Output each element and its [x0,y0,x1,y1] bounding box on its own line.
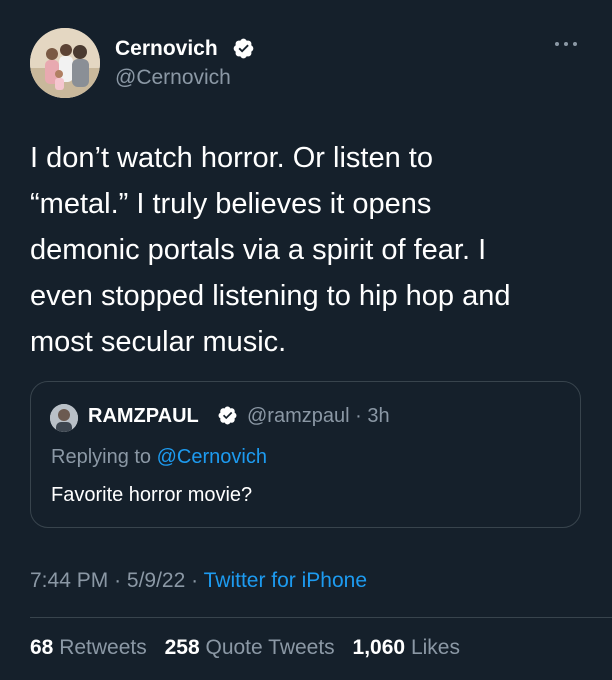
likes-label: Likes [410,636,460,659]
meta-separator: · [191,569,199,592]
tweet-time[interactable]: 7:44 PM [30,569,108,592]
tweet-card: Cernovich @Cernovich I don’t watch horro… [0,0,612,680]
tweet-text-line: even stopped listening to hip hop and [30,280,511,312]
author-avatar[interactable] [30,28,100,98]
quoted-author-name[interactable]: RAMZPAUL [88,403,199,429]
tweet-date[interactable]: 5/9/22 [127,569,185,592]
author-handle[interactable]: @Cernovich [115,65,231,91]
quote-tweets-stat[interactable]: 258 Quote Tweets [165,636,335,659]
quoted-tweet[interactable]: RAMZPAUL @ramzpaul · 3h Replying to @Cer… [30,381,581,528]
retweets-stat[interactable]: 68 Retweets [30,636,147,659]
tweet-source-link[interactable]: Twitter for iPhone [204,569,367,592]
divider [30,617,612,618]
retweets-count: 68 [30,636,54,659]
likes-stat[interactable]: 1,060 Likes [353,636,460,659]
tweet-text-line: “metal.” I truly believes it opens [30,188,432,220]
engagement-stats: 68 Retweets 258 Quote Tweets 1,060 Likes [30,634,472,662]
likes-count: 1,060 [352,636,406,659]
tweet-text: I don’t watch horror. Or listen to “meta… [30,135,590,365]
author-name[interactable]: Cernovich [115,36,218,62]
more-options-icon[interactable] [551,34,581,54]
replying-prefix: Replying to [51,446,152,468]
tweet-text-line: most secular music. [30,326,287,358]
quoted-author-avatar[interactable] [50,404,78,432]
quoted-author-handle[interactable]: @ramzpaul [247,405,350,427]
meta-separator: · [355,405,362,427]
verified-badge-icon [233,38,254,59]
tweet-timestamp: 7:44 PM · 5/9/22 · Twitter for iPhone [30,567,367,595]
tweet-text-line: I don’t watch horror. Or listen to [30,142,433,174]
meta-separator: · [114,569,122,592]
verified-badge-icon [218,406,237,425]
tweet-text-line: demonic portals via a spirit of fear. I [30,234,487,266]
quote-tweets-count: 258 [164,636,200,659]
quoted-text: Favorite horror movie? [51,484,253,506]
quote-tweets-label: Quote Tweets [205,636,335,659]
retweets-label: Retweets [59,636,147,659]
replying-to-line: Replying to @Cernovich [51,444,267,470]
quoted-meta: @ramzpaul · 3h [247,403,390,429]
quoted-age[interactable]: 3h [367,405,389,427]
replying-to-link[interactable]: @Cernovich [157,446,267,468]
